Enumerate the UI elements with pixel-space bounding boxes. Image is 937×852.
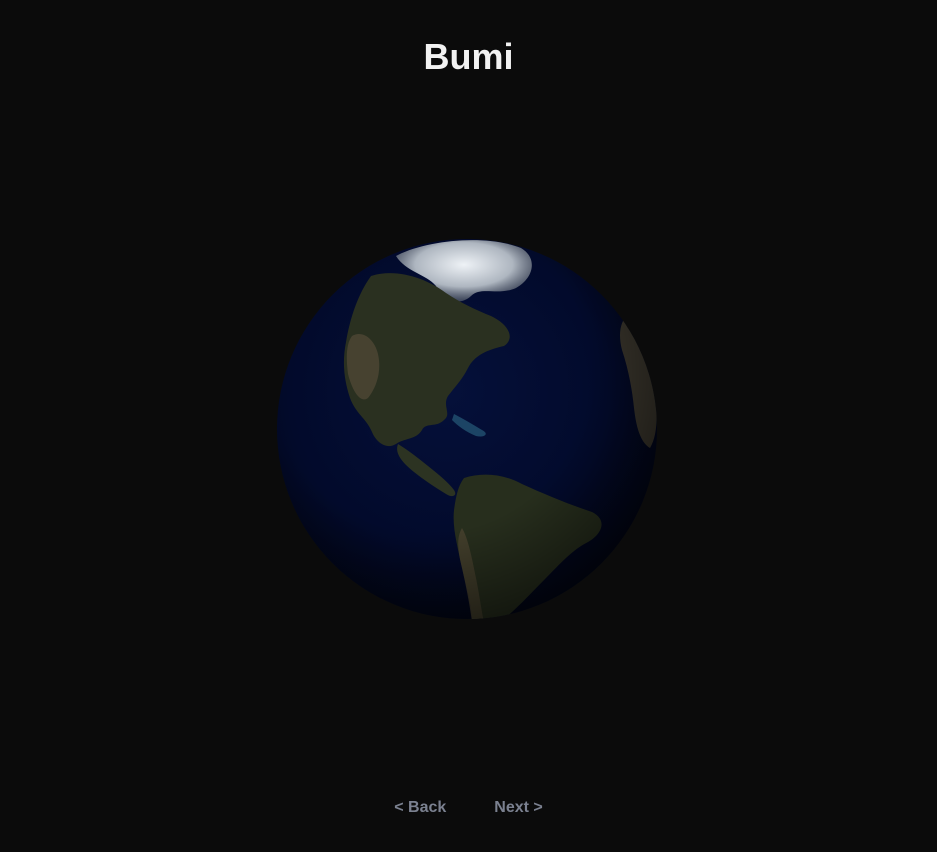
globe-shading bbox=[277, 239, 657, 619]
page-title: Bumi bbox=[423, 36, 514, 77]
back-link[interactable]: < Back bbox=[394, 798, 446, 820]
earth-globe-icon bbox=[277, 239, 657, 619]
earth-globe[interactable] bbox=[276, 238, 658, 620]
next-link[interactable]: Next > bbox=[494, 798, 542, 820]
pager-nav: < Back Next > bbox=[0, 798, 937, 820]
